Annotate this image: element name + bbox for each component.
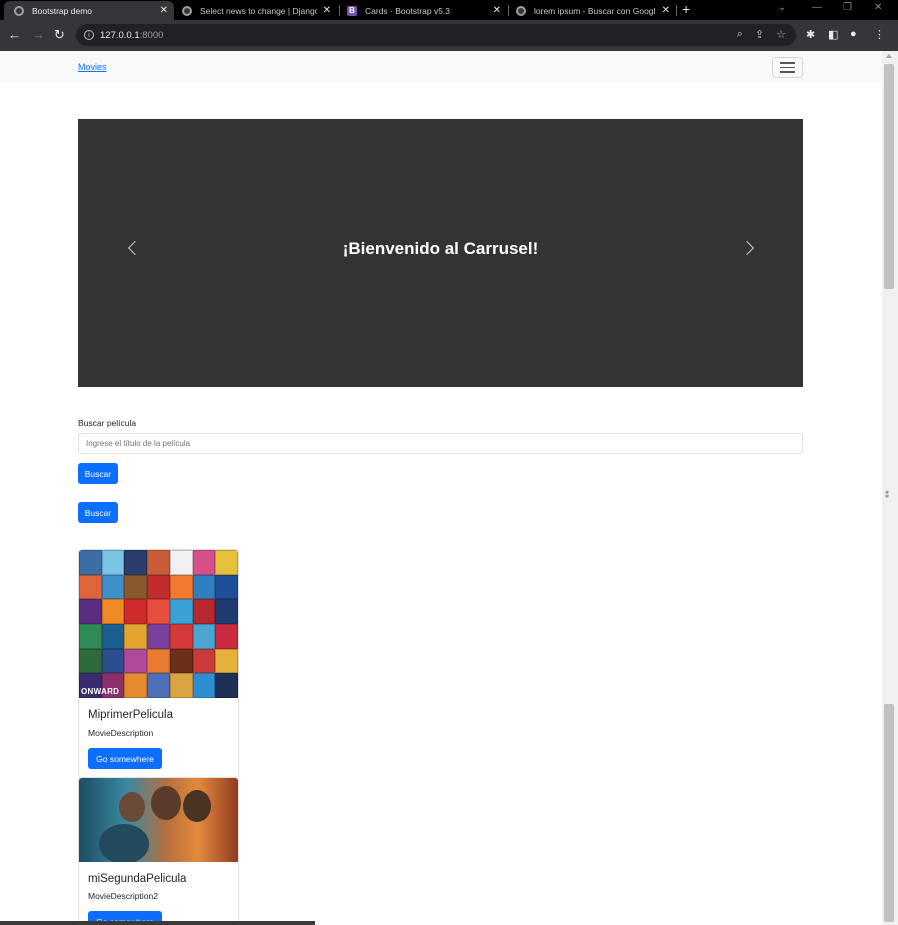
navbar-toggler-button[interactable] (772, 57, 803, 78)
chevron-down-icon[interactable]: ⌄ (778, 2, 786, 13)
navbar-brand-link[interactable]: Movies (78, 62, 107, 72)
scrollbar-thumb[interactable] (884, 64, 894, 289)
card-title: MiprimerPelicula (88, 709, 173, 721)
hamburger-line (780, 62, 795, 64)
page-scrollbar[interactable]: ⁑ (882, 51, 898, 925)
hamburger-line (780, 71, 795, 73)
card-title: miSegundaPelicula (88, 873, 187, 885)
page-viewport: Movies ¡Bienvenido al Carrusel! Buscar p… (0, 51, 882, 925)
url-port: :8000 (139, 29, 164, 41)
close-icon[interactable]: ✕ (662, 5, 670, 16)
search-button[interactable]: Buscar (78, 463, 118, 484)
bootstrap-icon: B (347, 5, 357, 16)
search-button-secondary[interactable]: Buscar (78, 502, 118, 523)
scroll-up-arrow-icon[interactable] (886, 54, 892, 58)
movie-card: miSegundaPelicula MovieDescription2 Go s… (78, 777, 239, 925)
tab-title: Cards · Bootstrap v5.3 (365, 5, 451, 16)
carousel-caption: ¡Bienvenido al Carrusel! (342, 239, 539, 258)
tab-bootstrap-demo[interactable]: Bootstrap demo ✕ (4, 1, 174, 20)
tab-separator (676, 5, 677, 16)
url-host: 127.0.0.1 (100, 29, 140, 41)
side-panel-icon[interactable]: ◧ (828, 28, 838, 41)
movie-card: ONWARD MiprimerPelicula MovieDescription… (78, 549, 239, 779)
movie-poster-collage: ONWARD (79, 550, 238, 698)
globe-icon (182, 5, 192, 16)
back-icon[interactable]: ← (8, 27, 21, 42)
movie-poster (79, 778, 238, 862)
forward-icon[interactable]: → (32, 27, 45, 42)
bookmark-star-icon[interactable]: ☆ (776, 28, 786, 41)
globe-icon (516, 5, 526, 16)
extensions-icon[interactable]: ✱ (806, 28, 815, 41)
bottom-shelf (0, 921, 315, 925)
tab-django-admin[interactable]: Select news to change | Django s ✕ (172, 1, 337, 20)
tab-bootstrap-cards[interactable]: B Cards · Bootstrap v5.3 ✕ (337, 1, 507, 20)
browser-toolbar: ← → ↻ i 127.0.0.1 :8000 ⌕ ⇪ ☆ ✱ ◧ ● ⋮ (0, 20, 898, 51)
address-bar[interactable]: i 127.0.0.1 :8000 ⌕ ⇪ ☆ (76, 24, 796, 46)
reload-icon[interactable]: ↻ (54, 27, 65, 43)
tab-title: Select news to change | Django s (200, 5, 317, 16)
tab-title: lorem ipsum - Buscar con Googl (534, 5, 656, 16)
info-icon[interactable]: i (84, 30, 94, 40)
tab-title: Bootstrap demo (32, 5, 93, 16)
close-icon[interactable]: ✕ (323, 5, 331, 16)
close-icon[interactable]: ✕ (493, 5, 501, 16)
share-icon[interactable]: ⇪ (755, 28, 764, 41)
search-label: Buscar película (78, 418, 137, 428)
card-description: MovieDescription2 (88, 891, 158, 901)
scrollbar-track-segment[interactable] (884, 704, 894, 922)
movie-search-input[interactable] (78, 433, 803, 454)
window-close-icon[interactable]: ✕ (874, 2, 882, 13)
onward-logo-text: ONWARD (81, 687, 120, 696)
more-menu-icon[interactable]: ⋮ (874, 28, 885, 41)
globe-icon (14, 5, 24, 16)
minimize-icon[interactable]: — (812, 2, 822, 13)
go-somewhere-button[interactable]: Go somewhere (88, 748, 162, 769)
zoom-icon[interactable]: ⌕ (737, 28, 743, 41)
restore-icon[interactable]: ❐ (843, 2, 852, 13)
close-icon[interactable]: ✕ (160, 5, 168, 16)
tab-strip: Bootstrap demo ✕ Select news to change |… (0, 0, 898, 20)
tab-google-search[interactable]: lorem ipsum - Buscar con Googl ✕ (506, 1, 676, 20)
hamburger-line (780, 66, 795, 69)
card-description: MovieDescription (88, 728, 154, 738)
carousel: ¡Bienvenido al Carrusel! (78, 119, 803, 387)
scroll-marker-icon: ⁑ (885, 491, 889, 500)
navbar: Movies (0, 51, 882, 83)
profile-avatar-icon[interactable]: ● (850, 28, 857, 40)
new-tab-button[interactable]: + (682, 1, 690, 17)
